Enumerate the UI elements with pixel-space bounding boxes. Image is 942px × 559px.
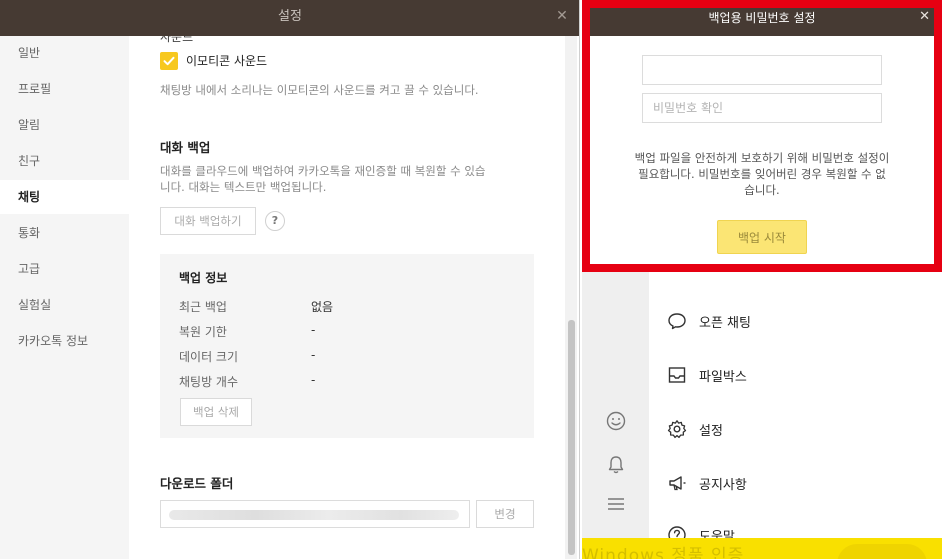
emoticon-sound-desc: 채팅방 내에서 소리나는 이모티콘의 사운드를 켜고 끌 수 있습니다.: [160, 83, 479, 97]
settings-sidebar: 일반 프로필 알림 친구 채팅 통화 고급 실험실 카카오톡 정보: [0, 36, 129, 559]
menu-label-filebox: 파일박스: [699, 369, 747, 385]
sidebar-item-general[interactable]: 일반: [0, 36, 129, 70]
backup-desc-line-1: 대화를 클라우드에 백업하여 카카오톡을 재인증할 때 복원할 수 있습: [160, 164, 486, 178]
chatroom-count-value: -: [311, 373, 316, 387]
restore-deadline-label: 복원 기한: [179, 325, 227, 339]
dialog-message-line-2: 필요합니다. 비밀번호를 잊어버린 경우 복원할 수 없: [638, 167, 886, 181]
dialog-titlebar: 백업용 비밀번호 설정 ✕: [590, 8, 934, 36]
settings-content: 사운드 이모티콘 사운드 채팅방 내에서 소리나는 이모티콘의 사운드를 켜고 …: [129, 36, 565, 559]
data-size-value: -: [311, 348, 316, 362]
dialog-message-line-3: 습니다.: [744, 183, 780, 197]
menu-label-notices: 공지사항: [699, 477, 747, 493]
settings-titlebar: 설정 ✕: [0, 0, 579, 36]
settings-close-icon[interactable]: ✕: [554, 8, 570, 24]
open-chat-icon: [668, 313, 686, 330]
yellow-bump: [837, 544, 927, 559]
sidebar-item-chat[interactable]: 채팅: [0, 180, 129, 214]
emoticon-icon[interactable]: [605, 410, 627, 432]
windows-activation-watermark: Windows 정품 인증: [582, 546, 745, 559]
sidebar-item-profile[interactable]: 프로필: [0, 72, 129, 106]
backup-desc-line-2: 니다. 대화는 텍스트만 백업됩니다.: [160, 180, 327, 194]
chatroom-count-label: 채팅방 개수: [179, 375, 239, 389]
sidebar-item-about[interactable]: 카카오톡 정보: [0, 324, 129, 358]
last-backup-value: 없음: [311, 300, 334, 314]
sidebar-item-call[interactable]: 통화: [0, 216, 129, 250]
hamburger-menu-icon[interactable]: [605, 493, 627, 515]
download-folder-path: [160, 500, 470, 528]
menu-label-settings: 설정: [699, 423, 723, 439]
scroll-thumb[interactable]: [568, 320, 575, 555]
last-backup-label: 최근 백업: [179, 300, 227, 314]
backup-info-box: 백업 정보 최근 백업 없음 복원 기한 - 데이터 크기 - 채팅방 개수 -…: [160, 254, 534, 438]
download-folder-title: 다운로드 폴더: [160, 476, 234, 491]
menu-item-filebox[interactable]: 파일박스: [667, 363, 747, 387]
emoticon-sound-label: 이모티콘 사운드: [186, 54, 268, 68]
sidebar-item-advanced[interactable]: 고급: [0, 252, 129, 286]
password-confirm-input[interactable]: [642, 93, 882, 123]
sidebar-item-friends[interactable]: 친구: [0, 144, 129, 178]
menu-label-open-chat: 오픈 채팅: [699, 315, 751, 331]
sound-section-title: 사운드: [160, 36, 194, 44]
menu-item-open-chat[interactable]: 오픈 채팅: [667, 309, 751, 333]
delete-backup-button[interactable]: 백업 삭제: [180, 398, 252, 426]
sidebar-item-notifications[interactable]: 알림: [0, 108, 129, 142]
gear-icon: [667, 420, 687, 439]
dialog-close-icon[interactable]: ✕: [919, 9, 930, 24]
dialog-message-line-1: 백업 파일을 안전하게 보호하기 위해 비밀번호 설정이: [634, 151, 890, 165]
help-icon[interactable]: ?: [265, 211, 285, 231]
restore-deadline-value: -: [311, 323, 316, 337]
change-folder-button[interactable]: 변경: [476, 500, 534, 528]
settings-title: 설정: [278, 9, 302, 24]
start-backup-button[interactable]: 백업 시작: [717, 220, 807, 254]
password-input[interactable]: [642, 55, 882, 85]
megaphone-icon: [669, 476, 686, 491]
filebox-icon: [668, 367, 686, 383]
bell-icon[interactable]: [605, 454, 627, 476]
settings-scrollbar[interactable]: [565, 36, 577, 559]
menu-item-settings[interactable]: 설정: [667, 417, 723, 441]
backup-chat-button[interactable]: 대화 백업하기: [160, 207, 256, 235]
data-size-label: 데이터 크기: [179, 350, 239, 364]
dialog-message: 백업 파일을 안전하게 보호하기 위해 비밀번호 설정이 필요합니다. 비밀번호…: [600, 150, 924, 198]
blurred-path: [169, 510, 459, 520]
dialog-title: 백업용 비밀번호 설정: [708, 11, 816, 25]
checkmark-icon: [163, 56, 175, 66]
sidebar-item-lab[interactable]: 실험실: [0, 288, 129, 322]
settings-window: 설정 ✕ 일반 프로필 알림 친구 채팅 통화 고급 실험실 카카오톡 정보 사…: [0, 0, 580, 559]
emoticon-sound-checkbox[interactable]: [160, 52, 178, 70]
backup-info-title: 백업 정보: [179, 271, 228, 285]
backup-password-dialog: 백업용 비밀번호 설정 ✕ 백업 파일을 안전하게 보호하기 위해 비밀번호 설…: [582, 0, 942, 272]
backup-section-title: 대화 백업: [160, 140, 211, 155]
bottom-yellow-bar: Windows 정품 인증: [582, 538, 942, 559]
menu-item-notices[interactable]: 공지사항: [667, 471, 747, 495]
